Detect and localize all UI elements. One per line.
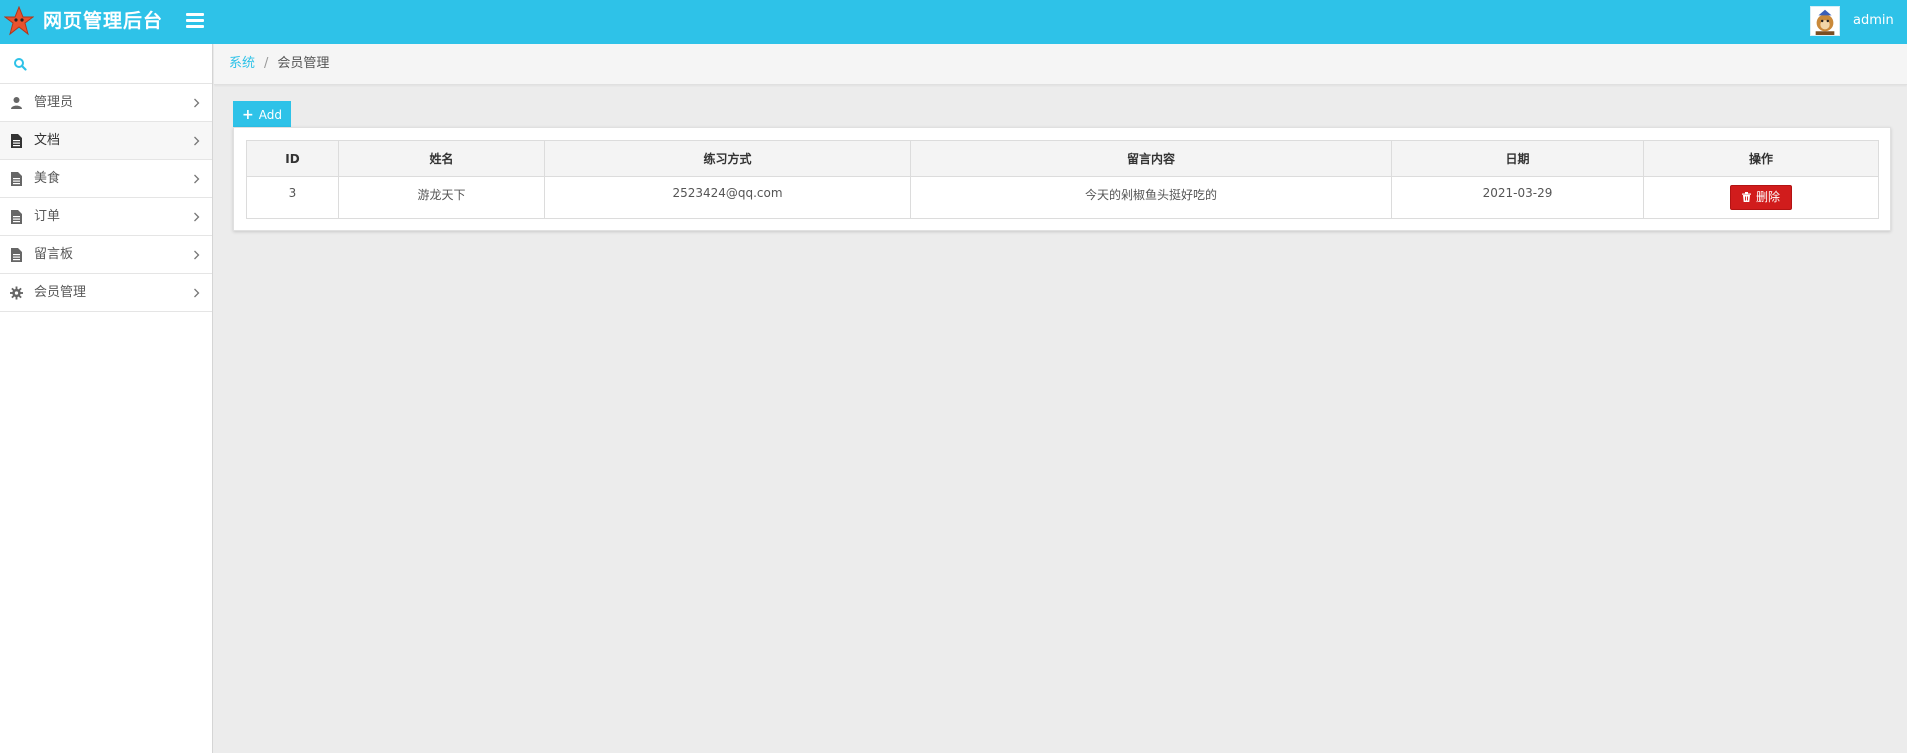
- cell-action: 删除: [1643, 176, 1879, 219]
- breadcrumb-root-link[interactable]: 系统: [229, 56, 255, 71]
- sidebar-item-orders[interactable]: 订单: [0, 198, 212, 236]
- gear-icon: [10, 286, 23, 300]
- chevron-right-icon: [194, 98, 200, 108]
- column-header-name[interactable]: 姓名: [338, 140, 545, 177]
- chevron-right-icon: [194, 174, 200, 184]
- breadcrumb-current: 会员管理: [277, 56, 330, 71]
- column-header-action: 操作: [1643, 140, 1879, 177]
- document-icon: [11, 210, 22, 224]
- add-button[interactable]: + Add: [233, 101, 291, 128]
- user-icon: [11, 97, 22, 109]
- column-header-contact[interactable]: 练习方式: [544, 140, 911, 177]
- username[interactable]: admin: [1853, 12, 1894, 30]
- breadcrumb-bar: 系统 / 会员管理: [214, 44, 1907, 85]
- sidebar-search-input[interactable]: [36, 51, 201, 77]
- chevron-right-icon: [194, 136, 200, 146]
- delete-button-label: 删除: [1755, 190, 1780, 204]
- search-icon: [14, 58, 27, 71]
- cell-message: 今天的剁椒鱼头挺好吃的: [910, 176, 1392, 219]
- sidebar-item-label: 留言板: [34, 247, 74, 262]
- top-bar: 网页管理后台 admin: [0, 0, 1907, 44]
- document-icon: [11, 248, 22, 262]
- member-table: ID 姓名 练习方式 留言内容 日期 操作 3 游龙天下 2523424@qq.…: [246, 140, 1879, 219]
- table-panel: ID 姓名 练习方式 留言内容 日期 操作 3 游龙天下 2523424@qq.…: [233, 127, 1891, 231]
- delete-button[interactable]: 删除: [1730, 185, 1792, 210]
- breadcrumb-separator: /: [264, 56, 269, 71]
- cell-id: 3: [246, 176, 339, 219]
- sidebar-item-label: 管理员: [34, 95, 74, 110]
- menu-toggle-icon[interactable]: [186, 13, 204, 29]
- sidebar-item-label: 订单: [34, 209, 61, 224]
- cell-name: 游龙天下: [338, 176, 545, 219]
- column-header-message[interactable]: 留言内容: [910, 140, 1392, 177]
- sidebar-item-members[interactable]: 会员管理: [0, 274, 212, 312]
- sidebar-item-food[interactable]: 美食: [0, 160, 212, 198]
- trash-icon: [1741, 192, 1751, 202]
- table-row: 3 游龙天下 2523424@qq.com 今天的剁椒鱼头挺好吃的 2021-0…: [246, 176, 1879, 219]
- app-title: 网页管理后台: [43, 10, 164, 32]
- avatar-image: [1811, 7, 1839, 35]
- chevron-right-icon: [194, 212, 200, 222]
- chevron-right-icon: [194, 288, 200, 298]
- sidebar-item-documents[interactable]: 文档: [0, 122, 212, 160]
- sidebar-item-message-board[interactable]: 留言板: [0, 236, 212, 274]
- sidebar-item-label: 会员管理: [34, 285, 87, 300]
- add-button-label: Add: [258, 107, 282, 122]
- document-icon: [11, 134, 22, 148]
- avatar[interactable]: [1810, 6, 1840, 36]
- plus-icon: +: [242, 106, 254, 123]
- sidebar-item-label: 文档: [34, 133, 61, 148]
- sidebar-item-admin[interactable]: 管理员: [0, 84, 212, 122]
- star-logo-icon: [4, 6, 34, 36]
- column-header-date[interactable]: 日期: [1391, 140, 1644, 177]
- chevron-right-icon: [194, 250, 200, 260]
- sidebar-item-label: 美食: [34, 171, 61, 186]
- cell-date: 2021-03-29: [1391, 176, 1644, 219]
- sidebar-search: [0, 44, 212, 84]
- sidebar: 管理员 文档 美食 订单 留言板 会员管理: [0, 44, 213, 753]
- cell-contact: 2523424@qq.com: [544, 176, 911, 219]
- column-header-id[interactable]: ID: [246, 140, 339, 177]
- document-icon: [11, 172, 22, 186]
- table-header-row: ID 姓名 练习方式 留言内容 日期 操作: [246, 140, 1879, 177]
- breadcrumb: 系统 / 会员管理: [229, 56, 329, 72]
